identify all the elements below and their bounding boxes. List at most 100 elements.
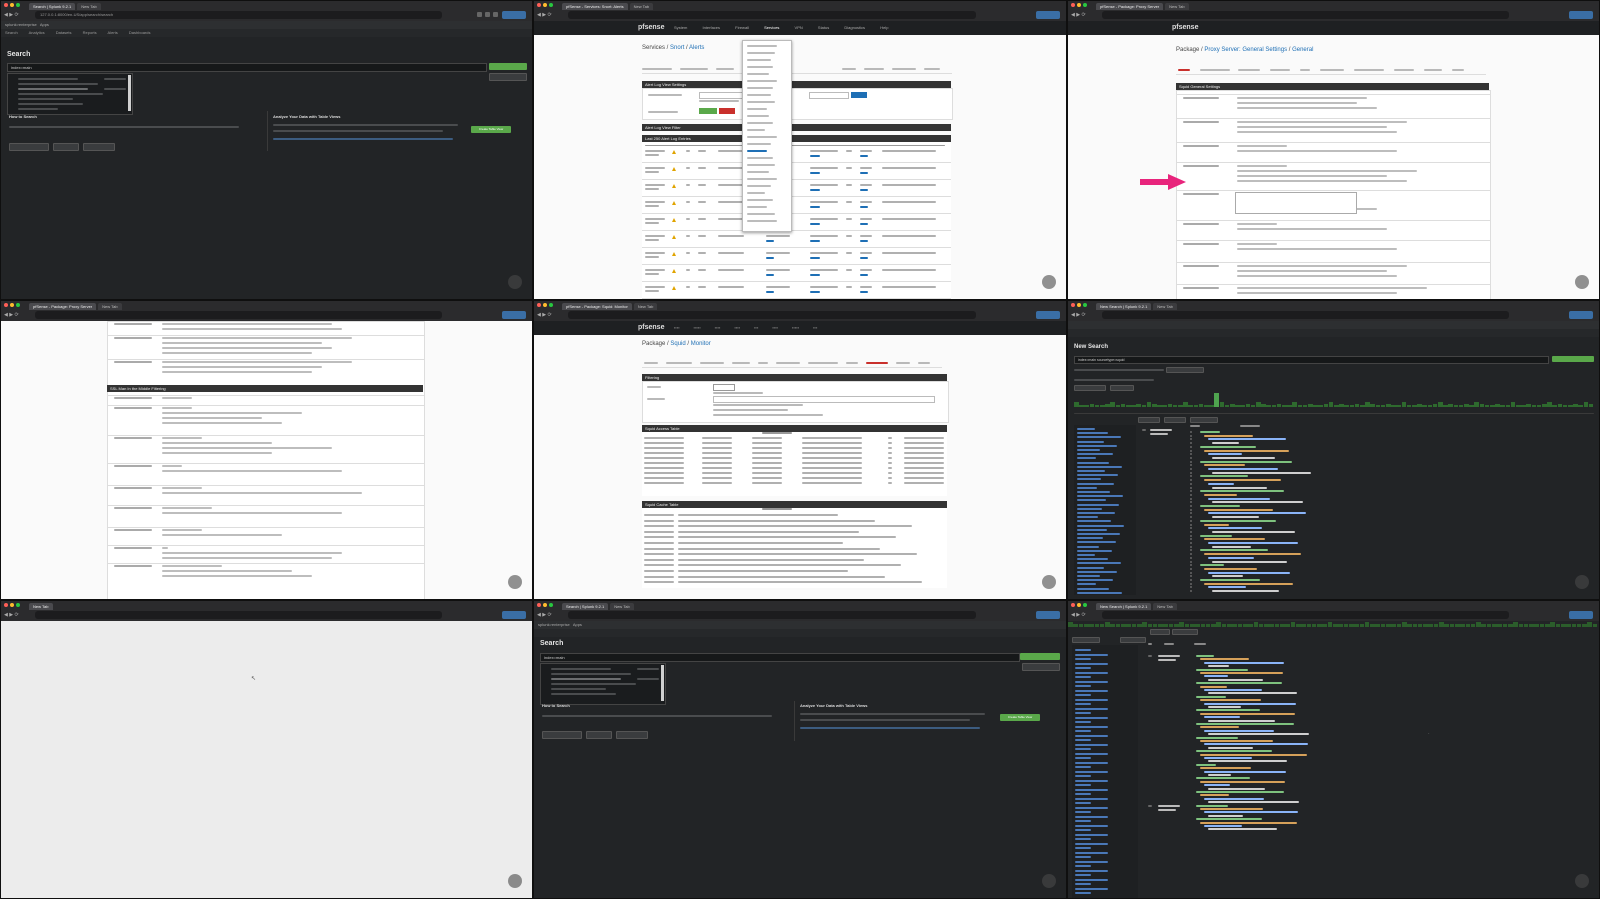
browser-tab[interactable]: Search | Splunk 9.2.1: [29, 3, 76, 10]
timeline-bar[interactable]: [1328, 402, 1334, 407]
timeline-bar[interactable]: [1168, 624, 1174, 627]
browser-tab[interactable]: New Search | Splunk 9.2.1: [1096, 603, 1152, 610]
timeline-bar[interactable]: [1348, 624, 1354, 627]
timeline-bar[interactable]: [1126, 405, 1131, 407]
timeline-bar[interactable]: [1523, 624, 1529, 627]
timeline-bar[interactable]: [1375, 405, 1381, 407]
nav-arrows-icon[interactable]: ◀ ▶ ⟳: [1071, 611, 1086, 619]
format-timeline[interactable]: [1074, 385, 1106, 391]
event-sampling[interactable]: [1166, 367, 1204, 373]
timeline-bar[interactable]: [1492, 624, 1497, 627]
timeline-bar[interactable]: [1518, 624, 1524, 627]
nav-item[interactable]: Reports: [83, 30, 97, 35]
all-fields[interactable]: [1120, 637, 1146, 643]
timeline-bar[interactable]: [1539, 624, 1545, 627]
browser-tab[interactable]: pfSense - Services: Snort: Alerts: [562, 3, 628, 10]
timeline-bar[interactable]: [1216, 622, 1222, 627]
browser-tab[interactable]: New Tab: [1153, 303, 1177, 310]
timeline-bar[interactable]: [1280, 624, 1285, 627]
address-bar[interactable]: [568, 611, 976, 619]
timeline-bar[interactable]: [1386, 404, 1391, 407]
timeline-bar[interactable]: [1193, 405, 1199, 407]
timeline-bar[interactable]: [1486, 624, 1492, 627]
timeline-bar[interactable]: [1167, 404, 1173, 407]
timeline-bar[interactable]: [1327, 622, 1333, 627]
timeline-bar[interactable]: [1073, 624, 1078, 627]
timeline-bar[interactable]: [1240, 405, 1245, 407]
address-bar[interactable]: [1102, 11, 1509, 19]
browser-tab[interactable]: New Search | Splunk 9.2.1: [1096, 303, 1152, 310]
timeline-bar[interactable]: [1592, 624, 1598, 627]
timeline-bar[interactable]: [1406, 405, 1412, 407]
menu-diagnostics[interactable]: Diagnostics: [844, 25, 865, 30]
timeline-bar[interactable]: [1274, 624, 1280, 627]
timeline-bar[interactable]: [1094, 624, 1100, 627]
nav-item[interactable]: Alerts: [108, 30, 118, 35]
timeline-bar[interactable]: [1344, 405, 1349, 407]
profile-button[interactable]: [1569, 311, 1593, 319]
timeline-bar[interactable]: [1146, 402, 1152, 407]
timeline-bar[interactable]: [1339, 404, 1344, 407]
timeline-bar[interactable]: [1333, 624, 1338, 627]
list-toggle[interactable]: [1138, 417, 1160, 423]
timeline-bar[interactable]: [1412, 405, 1417, 407]
timeline-bar[interactable]: [1290, 622, 1296, 627]
play-icon[interactable]: [508, 874, 522, 888]
search-button[interactable]: [1020, 653, 1060, 660]
timeline-bar[interactable]: [1256, 402, 1261, 407]
timeline-bar[interactable]: [1479, 404, 1485, 407]
timeline-bar[interactable]: [1476, 622, 1481, 627]
timeline-bar[interactable]: [1443, 405, 1448, 407]
timeline-bar[interactable]: [1301, 624, 1306, 627]
timeline-bar[interactable]: [1162, 405, 1167, 407]
timeline-bar[interactable]: [1266, 405, 1271, 407]
address-bar[interactable]: [1102, 311, 1509, 319]
timeline-bar[interactable]: [1507, 624, 1513, 627]
profile-button[interactable]: [1036, 611, 1060, 619]
timeline-bar[interactable]: [1391, 624, 1396, 627]
timeline-bar[interactable]: [1142, 622, 1147, 627]
timeline-bar[interactable]: [1068, 622, 1073, 627]
timeline-bar[interactable]: [1248, 624, 1253, 627]
tutorial-button[interactable]: [586, 731, 612, 739]
create-table-view-button[interactable]: Create Table View: [1000, 714, 1040, 721]
timeline-bar[interactable]: [1183, 402, 1188, 407]
timeline-bar[interactable]: [1474, 402, 1479, 407]
timeline-bar[interactable]: [1510, 402, 1516, 407]
timeline-bar[interactable]: [1152, 624, 1158, 627]
timeline-bar[interactable]: [1110, 402, 1115, 407]
timeline-bar[interactable]: [1576, 624, 1582, 627]
timeline-bar[interactable]: [1094, 405, 1100, 407]
timeline-bar[interactable]: [1359, 624, 1365, 627]
timeline-bar[interactable]: [1204, 405, 1209, 407]
timeline-bar[interactable]: [1136, 624, 1142, 627]
timeline-bar[interactable]: [1089, 404, 1095, 407]
timeline-bar[interactable]: [1178, 405, 1183, 407]
timeline-bar[interactable]: [1454, 624, 1460, 627]
timeline-bar[interactable]: [1147, 624, 1153, 627]
timeline-bar[interactable]: [1235, 405, 1240, 407]
timeline-bar[interactable]: [1237, 624, 1243, 627]
profile-button[interactable]: [1569, 11, 1593, 19]
timeline-bar[interactable]: [1502, 624, 1508, 627]
timeline-bar[interactable]: [1308, 404, 1313, 407]
timeline-bar[interactable]: [1195, 624, 1200, 627]
timeline-bar[interactable]: [1432, 404, 1438, 407]
timeline-bar[interactable]: [1513, 622, 1518, 627]
timeline-bar[interactable]: [1547, 402, 1552, 407]
timeline-bar[interactable]: [1401, 622, 1407, 627]
timeline-bar[interactable]: [1526, 404, 1531, 407]
browser-tab[interactable]: New Tab: [29, 603, 53, 610]
squid-tabs[interactable]: [642, 359, 942, 368]
timeline-bar[interactable]: [1444, 624, 1449, 627]
menu-status[interactable]: Status: [818, 25, 829, 30]
address-bar[interactable]: [1102, 611, 1509, 619]
timeline-bar[interactable]: [1115, 405, 1121, 407]
browser-tab[interactable]: New Tab: [610, 603, 634, 610]
timeline-bar[interactable]: [1484, 405, 1490, 407]
timeline-bar[interactable]: [1269, 624, 1275, 627]
menu-vpn[interactable]: VPN: [795, 25, 803, 30]
timeline-bar[interactable]: [1214, 393, 1219, 407]
profile-button[interactable]: [502, 11, 526, 19]
timeline-bar[interactable]: [1422, 405, 1427, 407]
